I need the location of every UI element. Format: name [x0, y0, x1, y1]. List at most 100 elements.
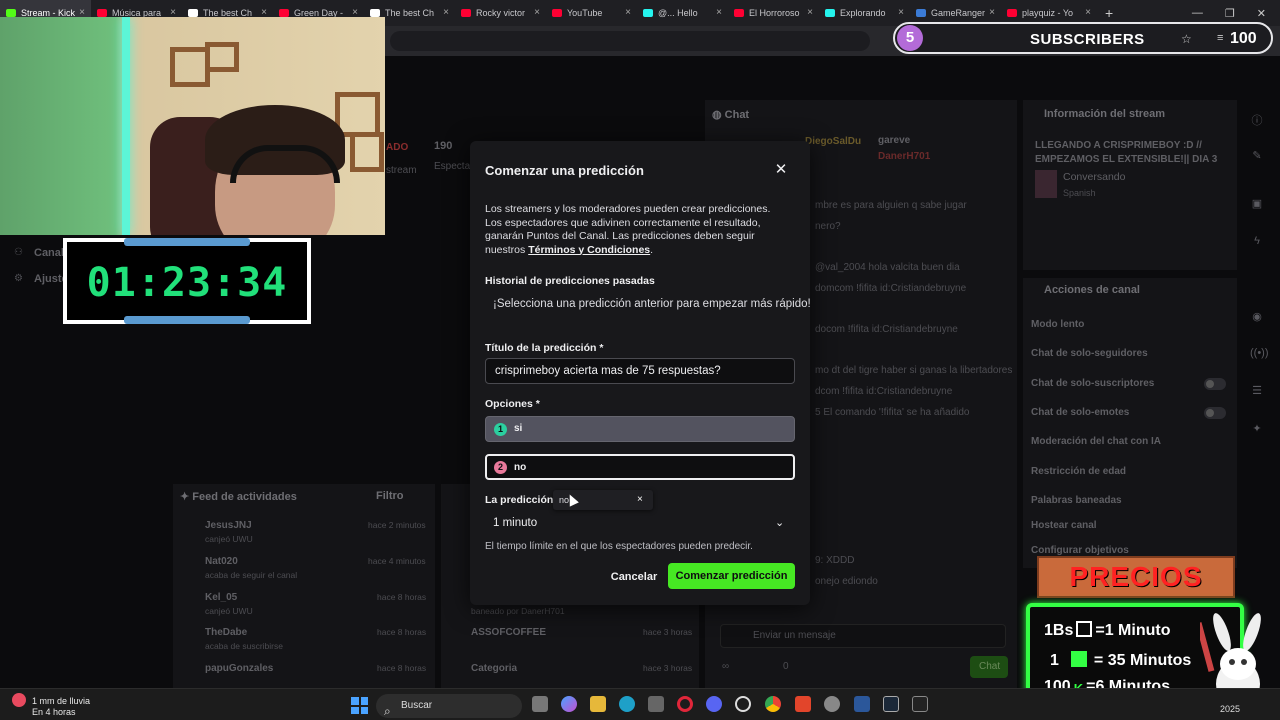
windows-start-icon[interactable]	[351, 697, 368, 714]
tab-label: El Horroroso	[749, 8, 800, 18]
action-ai-moderation[interactable]: Moderación del chat con IA	[1031, 436, 1161, 447]
windows-taskbar: 1 mm de lluvia En 4 horas ⌕ Buscar 2025	[0, 688, 1280, 720]
channel-points-icon[interactable]: ∞	[722, 661, 729, 672]
action-age-restriction[interactable]: Restricción de edad	[1031, 466, 1126, 477]
close-tab-icon[interactable]: ×	[716, 7, 722, 18]
prediction-title-input[interactable]: crisprimeboy acierta mas de 75 respuesta…	[485, 358, 795, 384]
youtube-favicon-icon	[461, 9, 471, 17]
broadcast-icon[interactable]: ((•))	[1250, 347, 1269, 361]
activity-feed-heading: ✦ Feed de actividades	[180, 490, 297, 503]
epic-games-icon[interactable]	[912, 696, 928, 712]
word-icon[interactable]	[854, 696, 870, 712]
feed-action: canjeó UWU	[205, 534, 253, 544]
taskbar-search[interactable]: ⌕ Buscar	[376, 694, 522, 718]
close-tab-icon[interactable]: ×	[1085, 7, 1091, 18]
feed-action: acaba de suscribirse	[205, 641, 283, 651]
close-window-icon[interactable]: ✕	[1257, 7, 1266, 20]
browser-tab[interactable]: YouTube ×	[546, 0, 637, 26]
tiktok-favicon-icon	[643, 9, 653, 17]
mod-log-entry: baneado por DanerH701	[471, 606, 565, 616]
activity-filter-button[interactable]: Filtro	[376, 490, 404, 502]
steam-icon[interactable]	[883, 696, 899, 712]
chat-input[interactable]: Enviar un mensaje	[720, 624, 1006, 648]
discord-icon[interactable]	[706, 696, 722, 712]
emotes-only-toggle[interactable]	[1204, 407, 1226, 419]
close-tab-icon[interactable]: ×	[898, 7, 904, 18]
led-light	[122, 17, 130, 235]
start-prediction-button[interactable]: Comenzar predicción	[668, 563, 795, 589]
close-tab-icon[interactable]: ×	[989, 7, 995, 18]
xbox-icon[interactable]	[735, 696, 751, 712]
youtube-favicon-icon	[97, 9, 107, 17]
minimize-icon[interactable]: —	[1192, 7, 1203, 19]
action-followers-only[interactable]: Chat de solo-seguidores	[1031, 348, 1148, 359]
chat-message: mo dt del tigre haber si ganas la libert…	[815, 365, 1013, 376]
close-tab-icon[interactable]: ×	[807, 7, 813, 18]
timer-value: 01:23:34	[86, 260, 288, 306]
chat-title-text: Chat	[724, 109, 750, 121]
gameranger-favicon-icon	[916, 9, 926, 17]
weather-title: 1 mm de lluvia	[32, 696, 91, 706]
queue-icon[interactable]: ≡	[1217, 32, 1223, 44]
task-view-icon[interactable]	[532, 696, 548, 712]
tiktok-favicon-icon	[825, 9, 835, 17]
chat-send-button[interactable]: Chat	[970, 656, 1008, 678]
history-select[interactable]: ¡Selecciona una predicción anterior para…	[485, 293, 810, 315]
taskbar-clock[interactable]: 2025	[1220, 704, 1240, 714]
action-subs-only[interactable]: Chat de solo-suscriptores	[1031, 378, 1154, 389]
chat-message: 5 El comando '!fifita' se ha añadido	[815, 407, 970, 418]
nav-item-canal[interactable]: Canal	[34, 247, 64, 259]
headphones	[230, 145, 340, 183]
subs-only-toggle[interactable]	[1204, 378, 1226, 390]
chrome-icon[interactable]	[765, 696, 781, 712]
weather-widget[interactable]: 1 mm de lluvia En 4 horas	[12, 693, 90, 718]
autocomplete-close[interactable]: ×	[637, 490, 643, 510]
terms-link[interactable]: Términos y Condiciones	[528, 244, 650, 256]
option-2-input[interactable]: 2 no	[485, 454, 795, 480]
youtube-favicon-icon	[279, 9, 289, 17]
maximize-icon[interactable]: ❐	[1225, 7, 1235, 20]
close-tab-icon[interactable]: ×	[625, 7, 631, 18]
brave-icon[interactable]	[795, 696, 811, 712]
feed-user: JesusJNJ	[205, 520, 252, 531]
settings-gear-icon[interactable]	[824, 696, 840, 712]
browser-tab[interactable]: Rocky victor ×	[455, 0, 546, 26]
layout-icon[interactable]: ☰	[1250, 384, 1264, 398]
focus-icon[interactable]: ▣	[1250, 197, 1264, 211]
close-tab-icon[interactable]: ×	[443, 7, 449, 18]
info-icon[interactable]: ⓘ	[1250, 112, 1264, 127]
option-1-input[interactable]: 1 si	[485, 416, 795, 442]
new-tab-button[interactable]: +	[1097, 5, 1121, 21]
cancel-button[interactable]: Cancelar	[609, 565, 659, 589]
copilot-icon[interactable]	[561, 696, 577, 712]
action-slow-mode[interactable]: Modo lento	[1031, 319, 1084, 330]
store-icon[interactable]	[648, 696, 664, 712]
activity-feed-heading-text: Feed de actividades	[192, 491, 297, 503]
browser-tab[interactable]: El Horroroso ×	[728, 0, 819, 26]
action-configure-goals[interactable]: Configurar objetivos	[1031, 545, 1129, 556]
page-favicon-icon	[188, 9, 198, 17]
star-icon[interactable]: ☆	[1181, 32, 1192, 46]
message-icon[interactable]: ◉	[1250, 310, 1264, 324]
pencil-icon[interactable]: ✎	[1250, 149, 1264, 163]
action-emotes-only[interactable]: Chat de solo-emotes	[1031, 407, 1129, 418]
address-bar[interactable]	[390, 31, 870, 51]
action-banned-words[interactable]: Palabras baneadas	[1031, 495, 1122, 506]
opera-icon[interactable]	[677, 696, 693, 712]
browser-tab[interactable]: @... Hello ×	[637, 0, 728, 26]
feed-user: Kel_05	[205, 592, 238, 603]
option-2-badge: 2	[494, 461, 507, 474]
close-tab-icon[interactable]: ×	[534, 7, 540, 18]
browser-tab[interactable]: Explorando ×	[819, 0, 910, 26]
close-icon[interactable]: ✕	[773, 162, 789, 178]
youtube-favicon-icon	[552, 9, 562, 17]
edge-icon[interactable]	[619, 696, 635, 712]
wrench-icon[interactable]: ✦	[1250, 422, 1264, 436]
chat-message: mbre es para alguien q sabe jugar	[815, 200, 967, 211]
action-host-channel[interactable]: Hostear canal	[1031, 520, 1097, 531]
file-explorer-icon[interactable]	[590, 696, 606, 712]
duration-select[interactable]: 1 minuto ⌄	[485, 511, 795, 535]
price-text: =1 Minuto	[1095, 622, 1171, 639]
bolt-icon[interactable]: ϟ	[1250, 235, 1264, 249]
tab-label: YouTube	[567, 8, 603, 18]
